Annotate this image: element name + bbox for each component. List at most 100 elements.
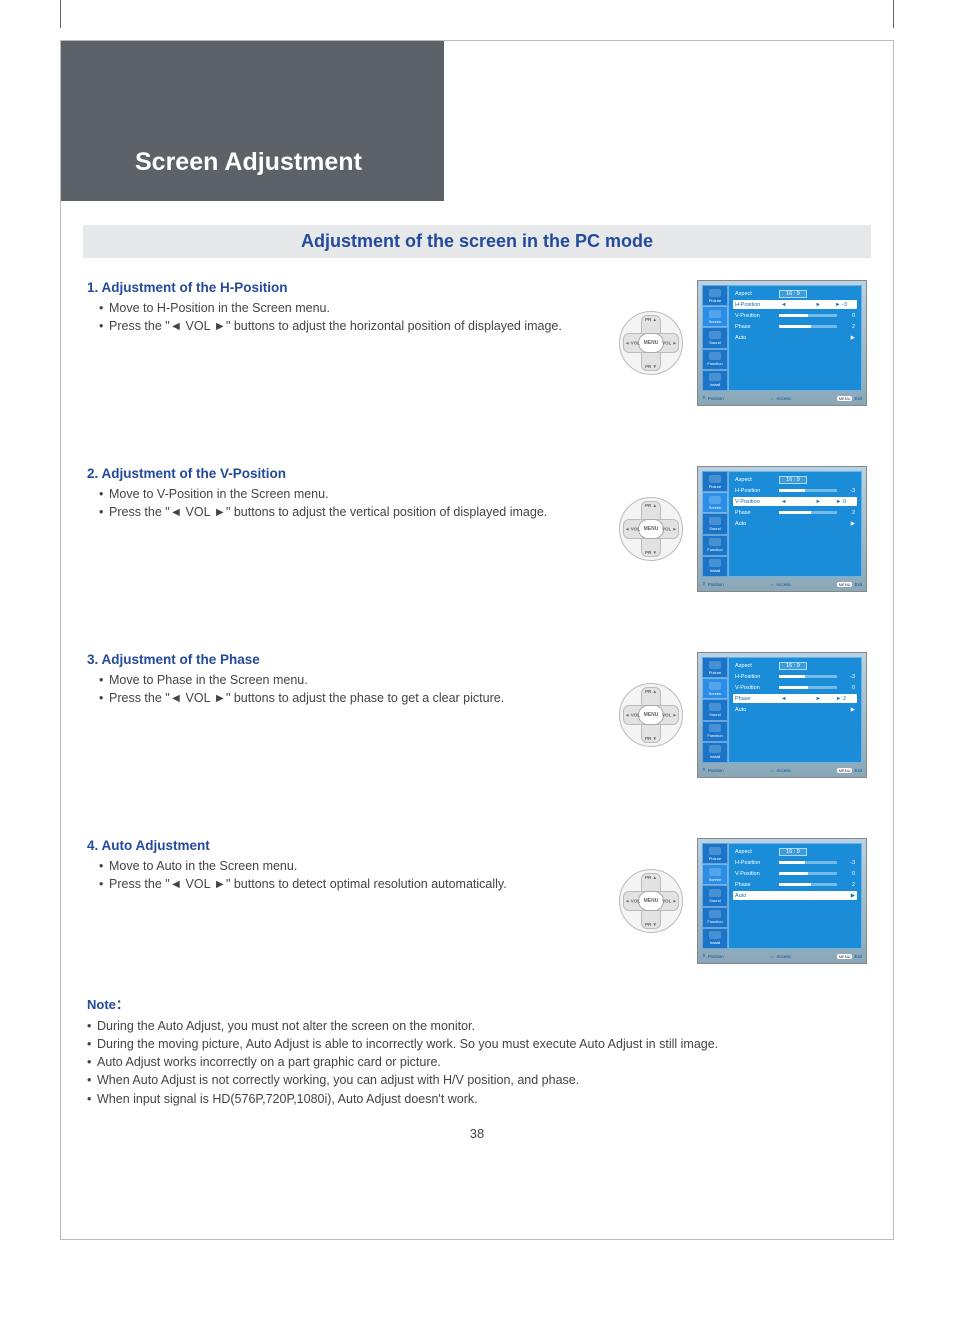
page-frame: Screen Adjustment Adjustment of the scre… <box>60 40 894 1240</box>
remote-up: PR ▲ <box>645 503 657 508</box>
osd-row-phase: Phase2 <box>733 880 857 889</box>
remote-menu-button: MENU <box>638 891 664 911</box>
page-number: 38 <box>61 1126 893 1141</box>
osd-tab-screen: Screen <box>702 678 728 699</box>
osd-footer: ⇕Position⇔AccessMENUExit <box>702 951 862 961</box>
osd-tab-install: Install <box>702 928 728 949</box>
remote-right: VOL ► <box>662 899 677 904</box>
bullet-item: •Move to Phase in the Screen menu. <box>87 671 607 689</box>
menu-pill-icon: MENU <box>837 768 853 773</box>
note-item: •During the moving picture, Auto Adjust … <box>87 1035 867 1053</box>
crop-marks <box>0 0 954 40</box>
osd-screenshot: PictureScreenSoundFunctionInstallAspect1… <box>697 280 867 406</box>
sound-icon <box>709 889 721 897</box>
figure-group: MENUPR ▲PR ▼◄ VOLVOL ►PictureScreenSound… <box>619 838 867 964</box>
osd-tab-picture: Picture <box>702 657 728 678</box>
osd-row-phase: Phase2 <box>733 322 857 331</box>
osd-row-auto: Auto▶ <box>733 891 857 900</box>
osd-tab-function: Function <box>702 349 728 370</box>
remote-dpad: MENUPR ▲PR ▼◄ VOLVOL ► <box>619 869 683 933</box>
note-item: •During the Auto Adjust, you must not al… <box>87 1017 867 1035</box>
osd-row-aspect: Aspect16 : 9 <box>733 475 857 484</box>
install-icon <box>709 931 721 939</box>
remote-dpad: MENUPR ▲PR ▼◄ VOLVOL ► <box>619 683 683 747</box>
notes-section: Note： •During the Auto Adjust, you must n… <box>87 994 867 1108</box>
menu-pill-icon: MENU <box>837 396 853 401</box>
function-icon <box>709 538 721 546</box>
screen-icon <box>709 868 721 876</box>
osd-row-h-position: H-Position◄►► -3 <box>733 300 857 309</box>
osd-row-v-position: V-Position0 <box>733 869 857 878</box>
screen-icon <box>709 682 721 690</box>
section-title: 3. Adjustment of the Phase <box>87 652 607 667</box>
arrow-updown-icon: ⇕ <box>702 767 706 773</box>
picture-icon <box>709 847 721 855</box>
osd-tab-picture: Picture <box>702 285 728 306</box>
osd-tab-picture: Picture <box>702 843 728 864</box>
osd-row-h-position: H-Position-3 <box>733 672 857 681</box>
picture-icon <box>709 661 721 669</box>
bullet-item: •Press the "◄ VOL ►" buttons to detect o… <box>87 875 607 893</box>
osd-screenshot: PictureScreenSoundFunctionInstall Aspect1… <box>697 838 867 964</box>
sound-icon <box>709 517 721 525</box>
section-title: 2. Adjustment of the V-Position <box>87 466 607 481</box>
bullet-item: •Move to Auto in the Screen menu. <box>87 857 607 875</box>
osd-row-auto: Auto▶ <box>733 705 857 714</box>
remote-down: PR ▼ <box>645 550 657 555</box>
menu-pill-icon: MENU <box>837 954 853 959</box>
osd-screenshot: PictureScreenSoundFunctionInstallAspect1… <box>697 466 867 592</box>
page-title: Screen Adjustment <box>135 148 362 177</box>
osd-row-h-position: H-Position-3 <box>733 486 857 495</box>
bullet-item: •Move to V-Position in the Screen menu. <box>87 485 607 503</box>
arrow-updown-icon: ⇕ <box>702 581 706 587</box>
osd-footer: ⇕Position⇔AccessMENUExit <box>702 579 862 589</box>
remote-left: ◄ VOL <box>625 899 640 904</box>
install-icon <box>709 745 721 753</box>
remote-left: ◄ VOL <box>625 713 640 718</box>
remote-left: ◄ VOL <box>625 527 640 532</box>
section-title: 4. Auto Adjustment <box>87 838 607 853</box>
osd-row-v-position: V-Position0 <box>733 311 857 320</box>
arrow-updown-icon: ⇕ <box>702 953 706 959</box>
osd-row-aspect: Aspect16 : 9 <box>733 661 857 670</box>
remote-menu-button: MENU <box>638 705 664 725</box>
subtitle-bar: Adjustment of the screen in the PC mode <box>83 225 871 258</box>
notes-title: Note： <box>87 994 867 1013</box>
osd-tab-screen: Screen <box>702 864 728 885</box>
osd-row-v-position: V-Position◄►► 0 <box>733 497 857 506</box>
install-icon <box>709 559 721 567</box>
figure-group: MENUPR ▲PR ▼◄ VOLVOL ►PictureScreenSound… <box>619 652 867 778</box>
screen-icon <box>709 310 721 318</box>
remote-right: VOL ► <box>662 527 677 532</box>
remote-right: VOL ► <box>662 713 677 718</box>
osd-row-aspect: Aspect16 : 9 <box>733 289 857 298</box>
install-icon <box>709 373 721 381</box>
figure-group: MENUPR ▲PR ▼◄ VOLVOL ►PictureScreenSound… <box>619 466 867 592</box>
bullet-item: •Move to H-Position in the Screen menu. <box>87 299 607 317</box>
osd-tab-function: Function <box>702 721 728 742</box>
osd-tab-sound: Sound <box>702 327 728 348</box>
remote-down: PR ▼ <box>645 364 657 369</box>
arrow-leftright-icon: ⇔ <box>770 396 775 401</box>
arrow-leftright-icon: ⇔ <box>770 954 775 959</box>
bullet-item: •Press the "◄ VOL ►" buttons to adjust t… <box>87 689 607 707</box>
osd-tab-screen: Screen <box>702 306 728 327</box>
remote-left: ◄ VOL <box>625 341 640 346</box>
sound-icon <box>709 331 721 339</box>
osd-row-aspect: Aspect16 : 9 <box>733 847 857 856</box>
sound-icon <box>709 703 721 711</box>
bullet-item: •Press the "◄ VOL ►" buttons to adjust t… <box>87 503 607 521</box>
osd-row-auto: Auto▶ <box>733 519 857 528</box>
remote-down: PR ▼ <box>645 922 657 927</box>
remote-up: PR ▲ <box>645 689 657 694</box>
osd-tab-sound: Sound <box>702 885 728 906</box>
osd-tab-function: Function <box>702 907 728 928</box>
osd-row-phase: Phase2 <box>733 508 857 517</box>
remote-menu-button: MENU <box>638 333 664 353</box>
function-icon <box>709 910 721 918</box>
section-4: 4. Auto Adjustment •Move to Auto in the S… <box>87 838 867 964</box>
osd-footer: ⇕Position⇔AccessMENUExit <box>702 393 862 403</box>
function-icon <box>709 352 721 360</box>
osd-row-auto: Auto▶ <box>733 333 857 342</box>
figure-group: MENUPR ▲PR ▼◄ VOLVOL ►PictureScreenSound… <box>619 280 867 406</box>
